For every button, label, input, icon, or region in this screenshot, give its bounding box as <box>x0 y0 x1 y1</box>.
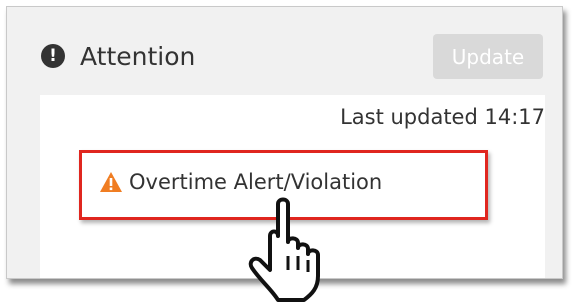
attention-widget: ! Attention Update Last updated 14:17 Ov… <box>6 6 563 279</box>
alert-label: Overtime Alert/Violation <box>129 170 383 194</box>
warning-triangle-icon <box>100 172 122 192</box>
content-card: Last updated 14:17 Overtime Alert/Violat… <box>40 95 545 278</box>
update-button[interactable]: Update <box>433 34 543 79</box>
alert-highlight-box: Overtime Alert/Violation <box>79 150 488 220</box>
widget-title: Attention <box>80 42 196 71</box>
overtime-alert-link[interactable]: Overtime Alert/Violation <box>99 170 382 194</box>
last-updated-text: Last updated 14:17 <box>340 105 545 129</box>
exclamation-circle-icon: ! <box>41 44 65 68</box>
